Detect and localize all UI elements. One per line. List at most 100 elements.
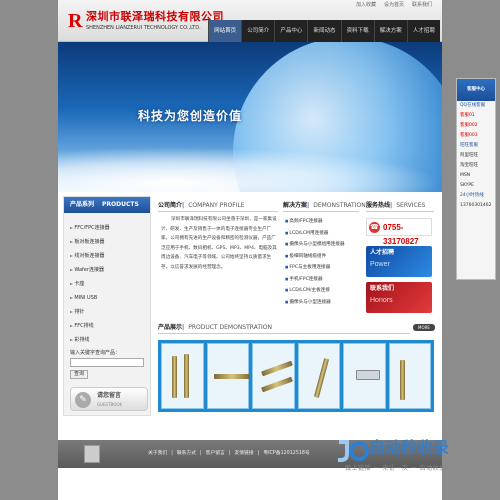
contact-promo-cn: 联系我们	[370, 285, 395, 292]
footer-link-guestbook[interactable]: 客户留言	[206, 449, 225, 459]
footer-link-contact[interactable]: 联系方式	[177, 449, 196, 459]
solution-item[interactable]: 高频/FPC连接器	[285, 216, 355, 228]
product-thumbnail[interactable]	[206, 343, 250, 409]
wangwang-contact[interactable]: 淘宝旺旺	[457, 161, 495, 171]
floating-service-panel: 客服中心 QQ在线客服 客服01 客服002 客服003 旺旺客服 阿里旺旺 淘…	[456, 78, 496, 280]
wangwang-contact[interactable]: 阿里旺旺	[457, 151, 495, 161]
company-name-en: SHENZHEN LIANZERUI TECHNOLOGY CO.,LTD.	[86, 25, 201, 31]
solution-item[interactable]: LCD/LCM/主板连接	[285, 285, 355, 297]
nav-solutions[interactable]: 解决方案	[373, 20, 407, 42]
jobs-promo-cn: 人才招聘	[370, 249, 395, 256]
solutions-title-cn: 解决方案	[283, 202, 308, 209]
more-button[interactable]: MORE	[413, 324, 435, 331]
product-thumbnail[interactable]	[297, 343, 340, 409]
guestbook-label-cn: 请您留言	[97, 392, 122, 399]
skype-contact[interactable]: SKYPE	[457, 181, 495, 191]
category-item[interactable]: 排针	[70, 305, 150, 319]
keyword-label: 输入关键字查询产品：	[70, 350, 121, 356]
product-category-list: FFC/FPC连接器 板对板连接器 线对板连接器 Wafer连接器 卡座 MIN…	[64, 213, 150, 347]
service-panel-header: 客服中心	[457, 79, 495, 101]
nav-news[interactable]: 新闻动态	[307, 20, 340, 42]
qq-contact[interactable]: 客服003	[457, 131, 495, 141]
product-thumbnail[interactable]	[388, 343, 431, 409]
watermark-logo-icon	[338, 440, 369, 462]
guestbook-button[interactable]: ✎ 请您留言 GUESTBOOK	[70, 387, 148, 411]
connector-image	[261, 360, 293, 377]
solution-item[interactable]: 摄像头与小型连接器	[285, 297, 355, 309]
connector-image	[356, 370, 380, 380]
contact-link[interactable]: 联系我们	[410, 1, 434, 9]
guestbook-label-en: GUESTBOOK	[97, 402, 123, 407]
qq-title: QQ在线客服	[460, 103, 486, 108]
category-item[interactable]: 线对板连接器	[70, 249, 150, 263]
company-title-en: COMPANY PROFILE	[188, 202, 245, 209]
nav-home[interactable]: 网站首页	[208, 20, 242, 42]
category-item[interactable]: MINI USB	[70, 291, 150, 305]
add-favorite-link[interactable]: 加入收藏	[354, 1, 378, 9]
jobs-promo-en: Power	[370, 261, 390, 268]
header: R 深圳市联泽瑞科技有限公司 SHENZHEN LIANZERUI TECHNO…	[58, 0, 442, 42]
product-thumbnail[interactable]	[343, 343, 386, 409]
category-item[interactable]: FFC/FPC连接器	[70, 221, 150, 235]
product-thumbnail[interactable]	[252, 343, 295, 409]
cloud-graphic	[58, 147, 442, 192]
nav-jobs[interactable]: 人才招聘	[406, 20, 440, 42]
company-profile-text: 深圳市联泽瑞科技有限公司坐落于深圳，是一家集设计、研发、生产及销售于一体的电子连…	[161, 217, 277, 270]
connector-image	[213, 374, 250, 379]
watermark-subtitle: 做上链接 一 来访一次 一 自动收录	[345, 465, 446, 472]
solution-item[interactable]: LCD/LCM用连接器	[285, 228, 355, 240]
contact-promo-banner[interactable]: 联系我们 Honors	[366, 282, 432, 313]
hero-banner: 科技为您创造价值	[58, 42, 442, 192]
company-title-cn: 公司简介	[158, 202, 183, 209]
connector-image	[184, 354, 189, 398]
solution-item[interactable]: 手机/FPC连接器	[285, 274, 355, 286]
solutions-section-title: 解决方案| DEMONSTRATION	[283, 200, 366, 212]
company-name-cn: 深圳市联泽瑞科技有限公司	[86, 10, 224, 23]
hotline-box: ☎ 0755-33170827	[366, 218, 432, 246]
footer-link-friends[interactable]: 友情链接	[234, 449, 253, 459]
category-item[interactable]: 板对板连接器	[70, 235, 150, 249]
main-nav: 网站首页 公司简介 产品中心 新闻动态 资料下载 解决方案 人才招聘	[208, 20, 440, 42]
nav-products[interactable]: 产品中心	[274, 20, 307, 42]
keyword-search-input[interactable]	[70, 358, 144, 367]
sidebar-header: 产品系列 PRODUCTS	[64, 197, 150, 213]
category-item[interactable]: 卡座	[70, 277, 150, 291]
logo-icon: R	[68, 10, 83, 32]
contact-promo-en: Honors	[370, 297, 393, 304]
qq-contact[interactable]: 客服002	[457, 121, 495, 131]
footer-link-about[interactable]: 关于我们	[148, 449, 167, 459]
msn-contact[interactable]: MSN	[457, 171, 495, 181]
guestbook-icon: ✎	[75, 392, 91, 408]
qq-contact[interactable]: 客服01	[457, 111, 495, 121]
products-title-cn: 产品展示	[158, 324, 183, 331]
nav-downloads[interactable]: 资料下载	[340, 20, 374, 42]
category-item[interactable]: 彩排线	[70, 333, 150, 347]
jobs-promo-banner[interactable]: 人才招聘 Power	[366, 246, 432, 277]
page: R 深圳市联泽瑞科技有限公司 SHENZHEN LIANZERUI TECHNO…	[58, 0, 442, 500]
product-gallery	[158, 340, 434, 412]
set-homepage-link[interactable]: 设为首页	[382, 1, 406, 9]
banner-slogan: 科技为您创造价值	[138, 109, 243, 123]
category-item[interactable]: FFC排线	[70, 319, 150, 333]
connector-image	[261, 376, 293, 393]
product-thumbnail[interactable]	[161, 343, 204, 409]
nav-about[interactable]: 公司简介	[241, 20, 274, 42]
phone-icon: ☎	[369, 222, 380, 233]
service-section-title: 服务热线| SERVICES	[366, 200, 434, 212]
hotline-number: 0755-33170827	[383, 223, 419, 246]
hotline-phone: 13760301462	[460, 203, 492, 208]
watermark-title: 自动秒收录	[369, 438, 450, 457]
search-button[interactable]: 查询	[70, 370, 88, 379]
solution-item[interactable]: FPC与主板用连接器	[285, 262, 355, 274]
hotline-title: 24小时热线	[460, 193, 484, 198]
service-title-en: SERVICES	[396, 202, 426, 209]
category-item[interactable]: Wafer连接器	[70, 263, 150, 277]
solution-item[interactable]: 摄像头与小型模组用连接器	[285, 239, 355, 251]
company-section-title: 公司简介| COMPANY PROFILE	[158, 200, 278, 212]
connector-image	[399, 360, 405, 400]
footer-links: 关于我们 | 联系方式 | 客户留言 | 友情链接 | 粤ICP备12012518号	[148, 449, 310, 459]
product-sidebar: 产品系列 PRODUCTS FFC/FPC连接器 板对板连接器 线对板连接器 W…	[63, 196, 151, 416]
connector-image	[313, 358, 329, 398]
solution-item[interactable]: 极细同轴线缆组件	[285, 251, 355, 263]
sidebar-title-en: PRODUCTS	[102, 201, 139, 208]
